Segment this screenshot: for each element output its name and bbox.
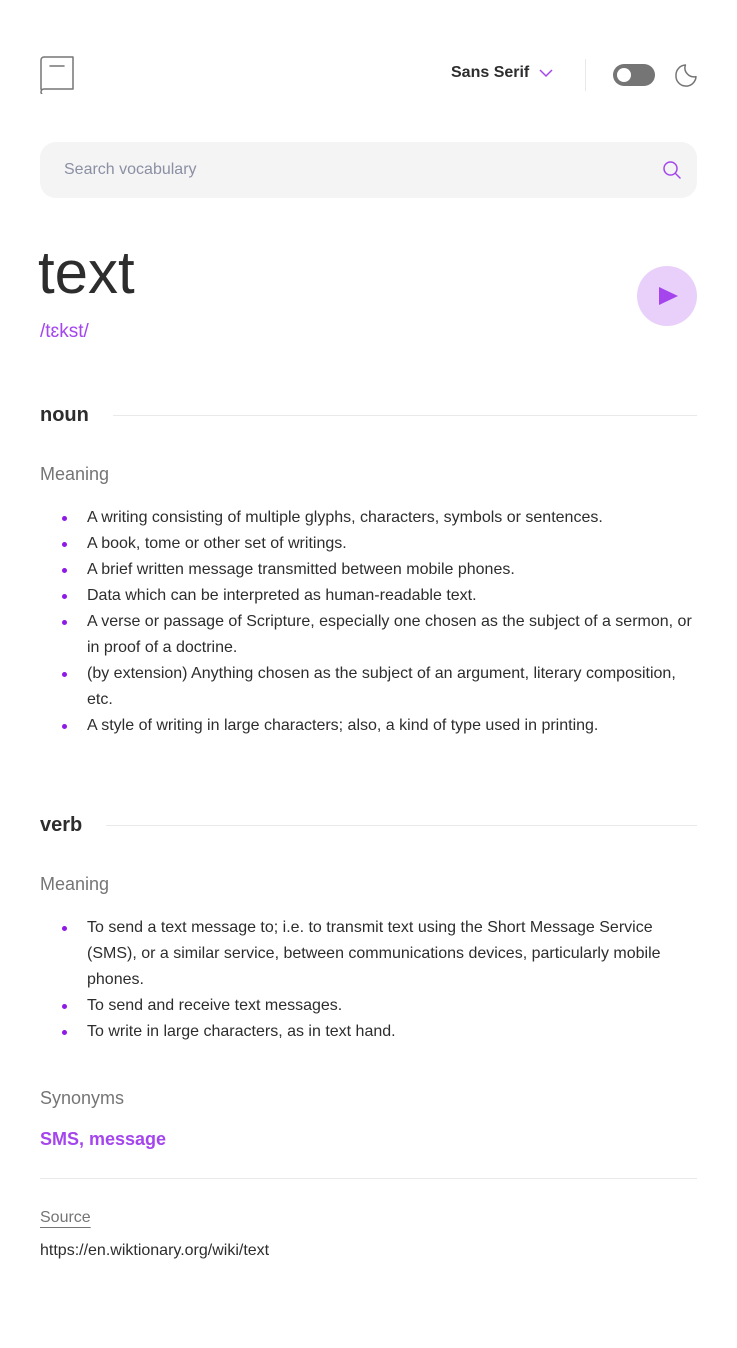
- definition-text: A brief written message transmitted betw…: [87, 561, 515, 578]
- phonetic-text: /tɛkst/: [40, 321, 89, 342]
- bullet: [62, 568, 67, 573]
- definition-text: (by extension) Anything chosen as the su…: [87, 665, 676, 708]
- list-item: A brief written message transmitted betw…: [62, 557, 697, 583]
- definition-text: To send a text message to; i.e. to trans…: [87, 919, 661, 988]
- theme-toggle-knob: [617, 68, 631, 82]
- chevron-down-icon: [539, 68, 553, 77]
- list-item: (by extension) Anything chosen as the su…: [62, 661, 697, 713]
- definition-text: A style of writing in large characters; …: [87, 717, 599, 734]
- font-family-selected: Sans Serif: [451, 64, 530, 81]
- definition-text: A book, tome or other set of writings.: [87, 535, 347, 552]
- definition-text: To write in large characters, as in text…: [87, 1023, 396, 1040]
- synonyms-links[interactable]: SMS, message: [40, 1128, 166, 1150]
- verb-heading-row: verb: [40, 813, 697, 837]
- source-label: Source: [40, 1209, 91, 1226]
- list-item: A style of writing in large characters; …: [62, 713, 697, 739]
- word-title: text: [38, 239, 135, 306]
- definition-text: To send and receive text messages.: [87, 997, 343, 1014]
- bullet: [62, 926, 67, 931]
- bullet: [62, 1030, 67, 1035]
- bullet: [62, 516, 67, 521]
- bullet: [62, 724, 67, 729]
- search-icon[interactable]: [663, 161, 681, 179]
- font-family-select[interactable]: Sans Serif: [451, 64, 553, 82]
- list-item: A book, tome or other set of writings.: [62, 531, 697, 557]
- list-item: To send and receive text messages.: [62, 993, 697, 1019]
- footer-divider: [40, 1178, 697, 1179]
- bullet: [62, 672, 67, 677]
- moon-icon[interactable]: [674, 63, 698, 87]
- list-item: Data which can be interpreted as human-r…: [62, 583, 697, 609]
- noun-heading-row: noun: [40, 403, 697, 427]
- section-divider: [106, 824, 697, 826]
- bullet: [62, 1004, 67, 1009]
- list-item: A writing consisting of multiple glyphs,…: [62, 505, 697, 531]
- list-item: To write in large characters, as in text…: [62, 1019, 697, 1045]
- book-icon[interactable]: [40, 56, 74, 94]
- bullet: [62, 620, 67, 625]
- list-item: A verse or passage of Scripture, especia…: [62, 609, 697, 661]
- definition-list-noun: A writing consisting of multiple glyphs,…: [62, 505, 697, 739]
- part-of-speech-verb: verb: [40, 814, 83, 836]
- list-item: To send a text message to; i.e. to trans…: [62, 915, 697, 993]
- definition-list-verb: To send a text message to; i.e. to trans…: [62, 915, 697, 1045]
- bullet: [62, 594, 67, 599]
- play-icon: [659, 287, 678, 305]
- part-of-speech-noun: noun: [40, 404, 89, 426]
- section-divider: [112, 414, 697, 416]
- definition-text: Data which can be interpreted as human-r…: [87, 587, 477, 604]
- header-divider: [585, 59, 586, 91]
- synonyms-label: Synonyms: [40, 1088, 125, 1108]
- search-bar: [40, 142, 697, 198]
- definition-text: A verse or passage of Scripture, especia…: [87, 613, 692, 656]
- bullet: [62, 542, 67, 547]
- meaning-label-noun: Meaning: [40, 464, 110, 484]
- search-input[interactable]: [40, 142, 697, 198]
- definition-text: A writing consisting of multiple glyphs,…: [87, 509, 603, 526]
- source-link[interactable]: https://en.wiktionary.org/wiki/text: [40, 1241, 269, 1261]
- app-header: Sans Serif: [40, 54, 697, 96]
- meaning-label-verb: Meaning: [40, 874, 110, 894]
- theme-toggle[interactable]: [613, 64, 655, 86]
- play-audio-button[interactable]: [637, 266, 697, 326]
